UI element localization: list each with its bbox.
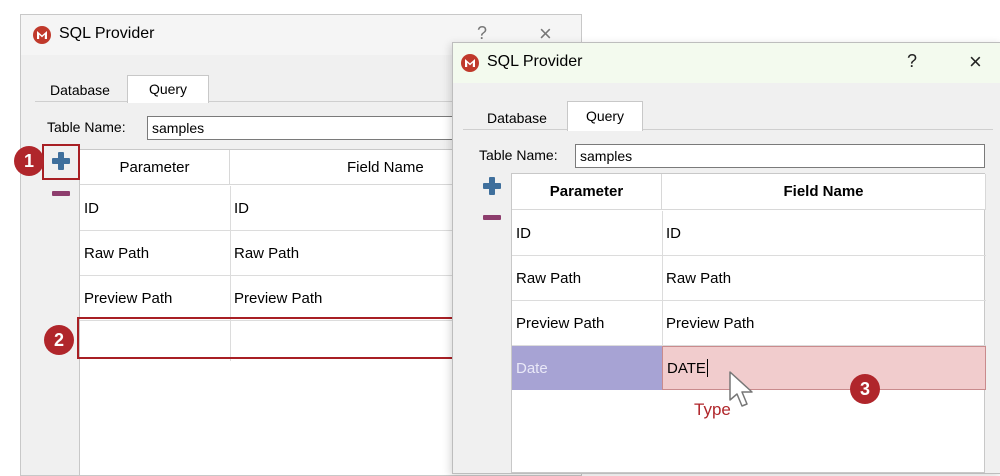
app-logo-icon — [461, 54, 479, 72]
type-hint-label: Type — [694, 400, 731, 419]
table-cell-parameter-selected[interactable]: Date — [512, 346, 662, 390]
highlight-new-row — [77, 317, 454, 359]
tab-panel-frame — [463, 129, 993, 130]
column-header-parameter[interactable]: Parameter — [512, 174, 662, 210]
table-cell-field-name[interactable]: Preview Path — [662, 301, 986, 345]
close-button[interactable]: × — [969, 49, 982, 75]
table-name-input[interactable]: samples — [575, 144, 985, 168]
table-name-label: Table Name: — [479, 147, 558, 163]
table-cell-parameter[interactable]: Preview Path — [512, 301, 662, 345]
table-cell-parameter[interactable]: ID — [512, 211, 662, 255]
field-name-edit-text: DATE — [667, 359, 706, 377]
table-name-label: Table Name: — [47, 119, 126, 135]
step-badge-3: 3 — [850, 374, 880, 404]
tab-database[interactable]: Database — [471, 107, 563, 129]
tab-query[interactable]: Query — [127, 75, 209, 103]
remove-row-button[interactable] — [52, 191, 70, 196]
table-cell-parameter[interactable]: Preview Path — [80, 276, 230, 320]
table-cell-field-name-editing[interactable]: DATE — [662, 346, 986, 390]
table-cell-parameter[interactable]: Raw Path — [512, 256, 662, 300]
step-badge-1: 1 — [14, 146, 44, 176]
column-header-field-name[interactable]: Field Name — [662, 174, 986, 210]
tab-database[interactable]: Database — [35, 79, 125, 101]
add-row-button[interactable] — [483, 177, 501, 195]
table-cell-field-name[interactable]: ID — [662, 211, 986, 255]
help-button[interactable]: ? — [907, 51, 917, 72]
mouse-pointer-icon — [729, 371, 753, 407]
dialog-title: SQL Provider — [487, 53, 583, 70]
title-bar: SQL Provider ? × — [453, 43, 1000, 83]
remove-row-button[interactable] — [483, 215, 501, 220]
tab-query[interactable]: Query — [567, 101, 643, 131]
column-header-parameter[interactable]: Parameter — [80, 150, 230, 185]
step-badge-2: 2 — [44, 325, 74, 355]
table-cell-parameter[interactable]: Raw Path — [80, 231, 230, 275]
table-cell-field-name[interactable]: Raw Path — [662, 256, 986, 300]
parameter-table: Parameter Field Name ID ID Raw Path Raw … — [511, 173, 986, 473]
table-cell-parameter[interactable]: ID — [80, 186, 230, 230]
highlight-add-button — [42, 144, 80, 180]
help-button[interactable]: ? — [477, 23, 487, 44]
dialog-title: SQL Provider — [59, 25, 155, 42]
app-logo-icon — [33, 26, 51, 44]
text-caret — [706, 359, 708, 377]
